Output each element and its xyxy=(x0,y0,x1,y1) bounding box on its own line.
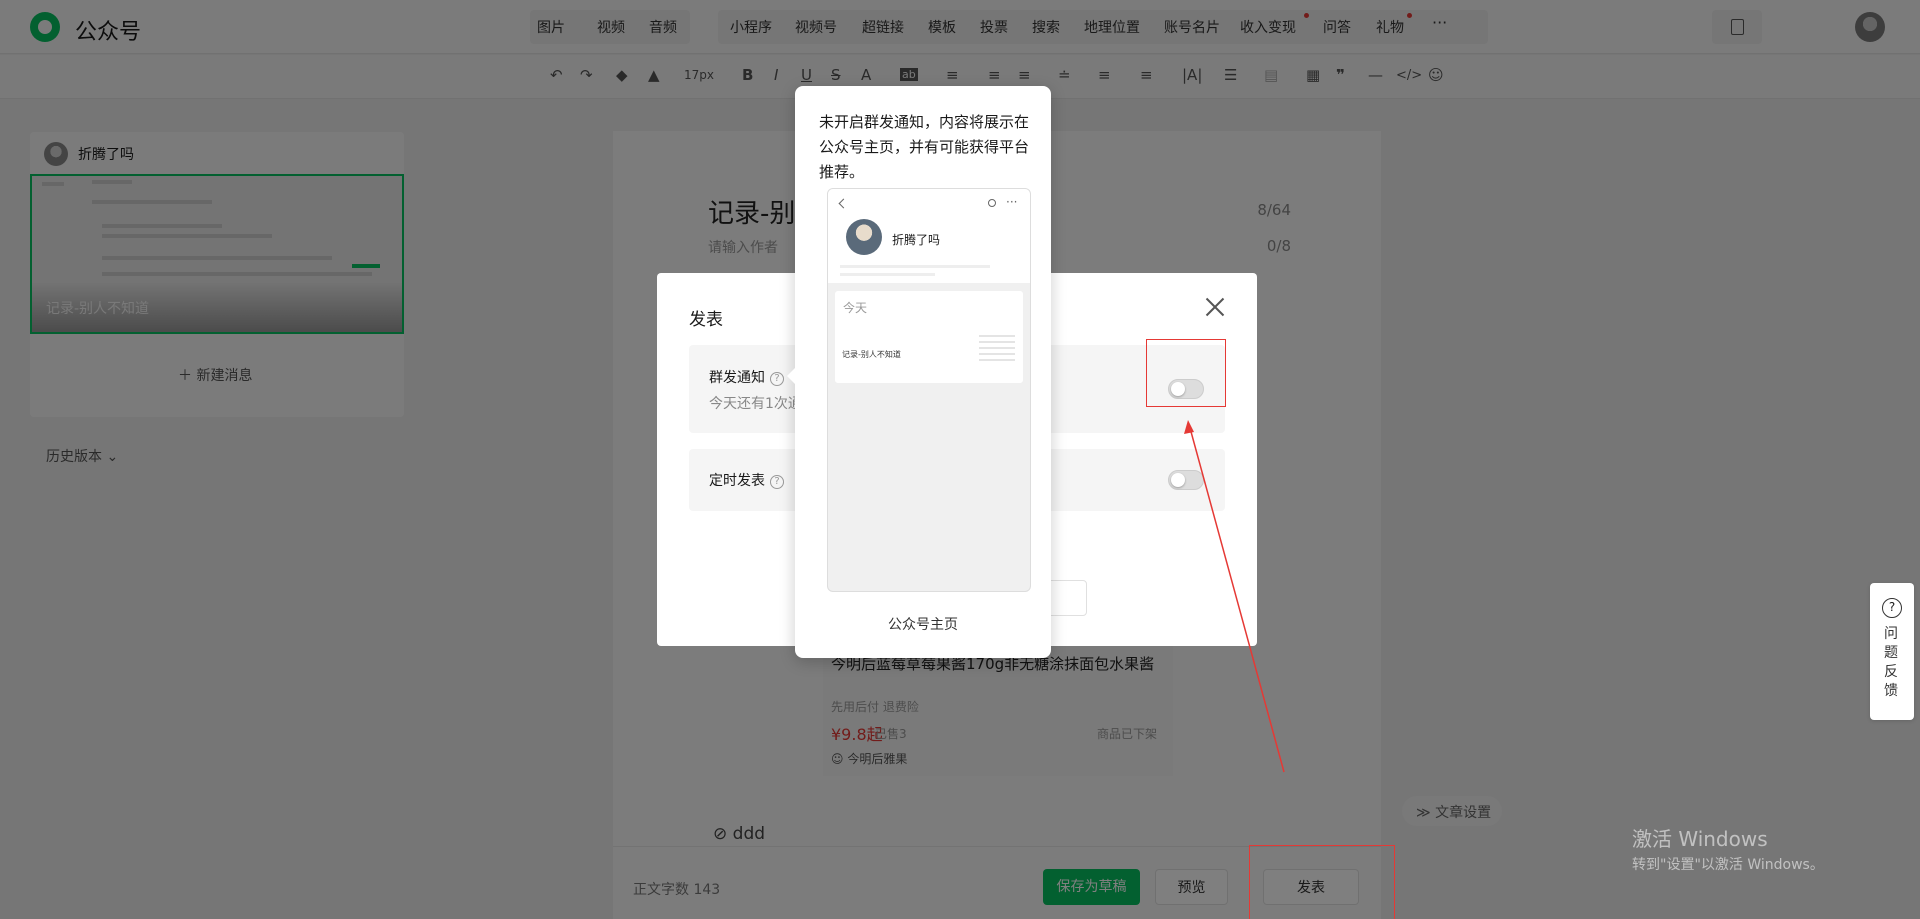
feedback-label: 问题反馈 xyxy=(1884,626,1898,699)
question-icon: ? xyxy=(1882,598,1902,618)
windows-activation-watermark: 激活 Windows 转到"设置"以激活 Windows。 xyxy=(1632,827,1824,873)
feedback-button[interactable]: ? 问题反馈 xyxy=(1870,583,1914,720)
annotation-arrow xyxy=(1184,420,1285,773)
